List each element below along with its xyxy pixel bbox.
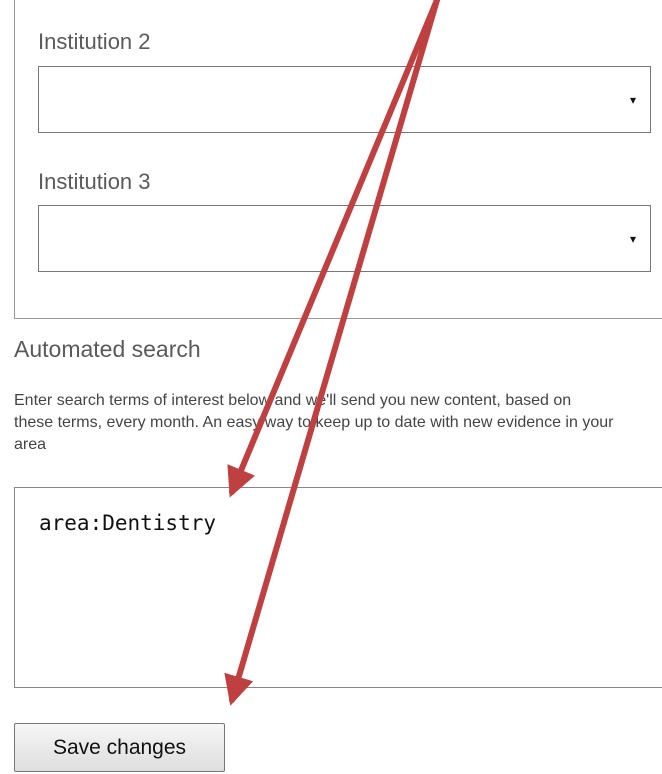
institution-3-label: Institution 3 <box>38 169 151 194</box>
search-terms-textarea[interactable]: area:Dentistry <box>14 487 662 688</box>
chevron-down-icon: ▾ <box>629 231 636 246</box>
save-button[interactable]: Save changes <box>14 723 225 772</box>
institution-2-label: Institution 2 <box>38 29 151 54</box>
automated-search-description: Enter search terms of interest below and… <box>14 392 614 453</box>
search-terms-value: area:Dentistry <box>39 511 217 535</box>
automated-search-heading: Automated search <box>14 336 201 362</box>
institution-2-select[interactable]: ▾ <box>38 66 651 133</box>
chevron-down-icon: ▾ <box>629 92 636 107</box>
institution-3-select[interactable]: ▾ <box>38 205 651 272</box>
